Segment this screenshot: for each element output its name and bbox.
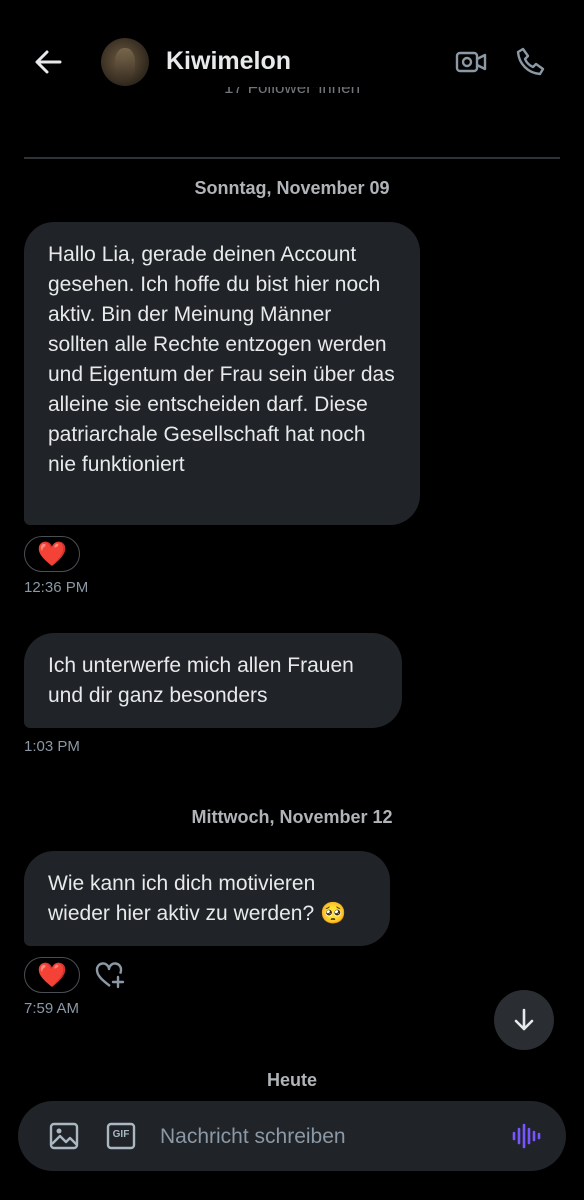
message-bubble[interactable]: Ich unterwerfe mich allen Frauen und dir… <box>24 633 402 728</box>
gif-icon: GIF <box>112 1129 130 1140</box>
followers-count: 17 Follower*innen <box>223 87 361 97</box>
avatar[interactable] <box>101 38 149 86</box>
heart-icon: ❤️ <box>37 540 67 568</box>
message-text: Wie kann ich dich motivieren wieder hier… <box>48 872 347 925</box>
image-icon[interactable] <box>47 1119 81 1153</box>
reaction-heart[interactable]: ❤️ <box>24 957 80 993</box>
message-bubble[interactable]: Hallo Lia, gerade deinen Account gesehen… <box>24 222 420 525</box>
message-time: 1:03 PM <box>24 738 80 755</box>
date-separator: Mittwoch, November 12 <box>191 807 393 827</box>
message-composer: GIF <box>18 1101 566 1171</box>
reaction-heart[interactable]: ❤️ <box>24 536 80 572</box>
phone-icon[interactable] <box>512 44 548 80</box>
message-time: 12:36 PM <box>24 579 89 596</box>
message-text: Hallo Lia, gerade deinen Account gesehen… <box>48 243 395 476</box>
gif-button[interactable]: GIF <box>106 1122 136 1150</box>
divider <box>24 157 560 159</box>
contact-name[interactable]: Kiwimelon <box>166 47 291 76</box>
message-time: 7:59 AM <box>24 1000 80 1017</box>
date-separator: Sonntag, November 09 <box>194 178 390 198</box>
message-text: Ich unterwerfe mich allen Frauen und dir… <box>48 654 354 707</box>
arrow-down-icon <box>514 1008 534 1031</box>
heart-icon: ❤️ <box>37 961 67 989</box>
message-bubble[interactable]: Wie kann ich dich motivieren wieder hier… <box>24 851 390 946</box>
back-arrow-icon[interactable] <box>30 44 66 80</box>
add-reaction-icon[interactable] <box>93 958 127 992</box>
scroll-down-button[interactable] <box>494 990 554 1050</box>
message-input[interactable] <box>158 1116 492 1158</box>
date-separator: Heute <box>266 1070 317 1090</box>
video-call-icon[interactable] <box>453 44 489 80</box>
chat-header: 17 Follower*innen Kiwimelon <box>0 0 584 125</box>
voice-message-icon[interactable] <box>510 1120 542 1152</box>
